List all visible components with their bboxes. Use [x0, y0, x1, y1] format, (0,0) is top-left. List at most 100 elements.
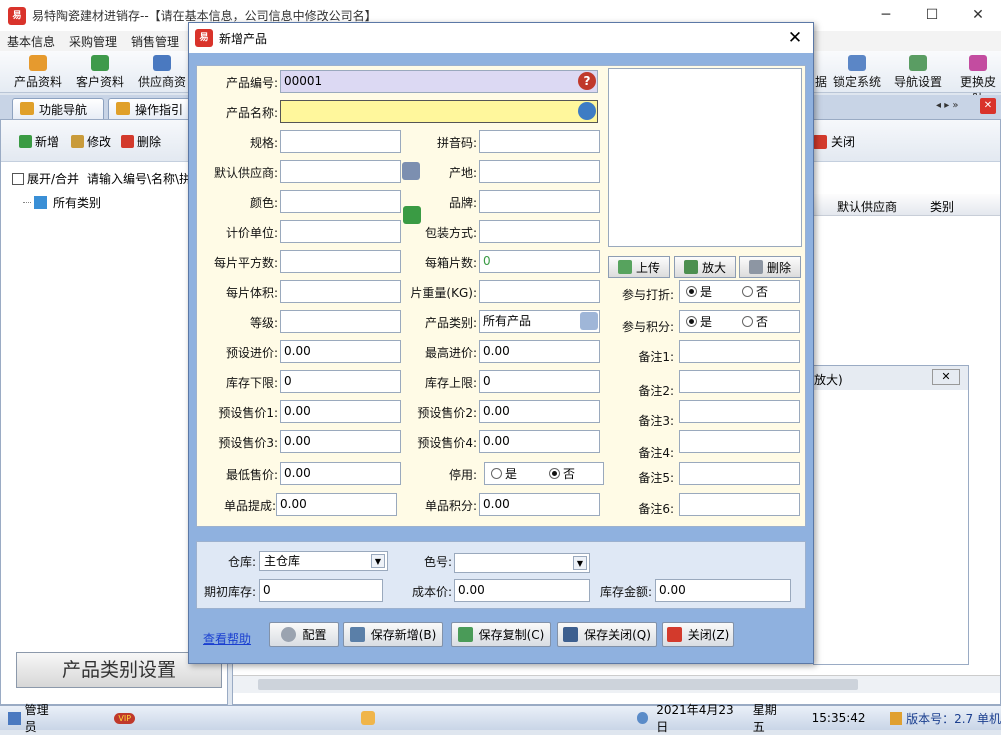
category-delete-button[interactable]: 删除 — [121, 133, 161, 150]
volume-input[interactable] — [280, 280, 401, 303]
max-cost-input[interactable]: 0.00 — [479, 340, 600, 363]
cost-input[interactable]: 0.00 — [454, 579, 590, 602]
category-edit-button[interactable]: 修改 — [71, 133, 111, 150]
upload-icon — [617, 260, 632, 274]
color-no-select[interactable]: ▼ — [454, 553, 590, 573]
toolbar-lock-button[interactable]: 锁定系统 — [833, 55, 881, 90]
origin-input[interactable] — [479, 160, 600, 183]
col-category[interactable]: 类别 — [930, 198, 954, 215]
save-new-button[interactable]: 保存新增(B) — [343, 622, 443, 647]
help-link[interactable]: 查看帮助 — [203, 630, 251, 647]
status-version: 版本号：2.7 单机 — [906, 711, 1001, 726]
supplier-label: 默认供应商: — [213, 166, 278, 180]
save-close-button[interactable]: 保存关闭(Q) — [557, 622, 657, 647]
brand-input[interactable] — [479, 190, 600, 213]
horizontal-scrollbar[interactable] — [233, 675, 1000, 693]
disabled-no-radio[interactable] — [549, 468, 561, 479]
category-add-button[interactable]: 新增 — [19, 133, 59, 150]
close-tab-icon[interactable]: ✕ — [980, 98, 996, 114]
color-input[interactable] — [280, 190, 401, 213]
price1-input[interactable]: 0.00 — [280, 400, 401, 423]
toolbar-nav-settings-button[interactable]: 导航设置 — [894, 55, 942, 90]
score-no-radio[interactable] — [742, 316, 754, 327]
min-price-input[interactable]: 0.00 — [280, 462, 401, 485]
price3-input[interactable]: 0.00 — [280, 430, 401, 453]
area-input[interactable] — [280, 250, 401, 273]
menu-basic-info[interactable]: 基本信息 — [0, 33, 62, 50]
package-input[interactable] — [479, 220, 600, 243]
sub-window-close-button[interactable]: ✕ — [932, 369, 960, 385]
tree-root-item[interactable]: 所有类别 — [23, 194, 101, 211]
skin-icon — [969, 55, 987, 71]
price2-input[interactable]: 0.00 — [479, 400, 600, 423]
menu-purchase[interactable]: 采购管理 — [62, 33, 124, 50]
delete-image-icon — [748, 260, 763, 274]
commission-input[interactable]: 0.00 — [276, 493, 397, 516]
discount-radio-group: 是 否 — [679, 280, 800, 303]
col-default-supplier[interactable]: 默认供应商 — [837, 198, 897, 215]
supplier-input[interactable] — [280, 160, 401, 183]
zoom-image-button[interactable]: 放大 — [674, 256, 736, 278]
maximize-button[interactable]: ☐ — [909, 0, 955, 31]
select-category-icon[interactable] — [580, 312, 598, 330]
nav-tab-icon — [20, 102, 34, 115]
points-input[interactable]: 0.00 — [479, 493, 600, 516]
dialog-close-action-button[interactable]: 关闭(Z) — [662, 622, 734, 647]
disabled-yes-radio[interactable] — [491, 468, 502, 479]
expand-toggle[interactable]: 展开/合并 — [12, 170, 79, 187]
note3-input[interactable] — [679, 400, 800, 423]
save-copy-button[interactable]: 保存复制(C) — [451, 622, 551, 647]
product-code-input[interactable]: 00001 — [280, 70, 598, 93]
close-window-button[interactable]: ✕ — [955, 0, 1001, 31]
note4-input[interactable] — [679, 430, 800, 453]
note5-input[interactable] — [679, 462, 800, 485]
discount-no-radio[interactable] — [742, 286, 754, 297]
price4-input[interactable]: 0.00 — [479, 430, 600, 453]
warehouse-label: 仓库: — [227, 555, 256, 569]
note2-input[interactable] — [679, 370, 800, 393]
unit-input[interactable] — [280, 220, 401, 243]
toolbar-customers-button[interactable]: 客户资料 — [76, 55, 124, 90]
dialog-logo-icon: 易 — [195, 29, 213, 47]
note6-input[interactable] — [679, 493, 800, 516]
tab-guide[interactable]: 操作指引 — [108, 98, 194, 119]
tab-scroll-arrows[interactable]: ◂ ▸ » — [936, 100, 959, 111]
minimize-button[interactable]: ─ — [863, 0, 909, 31]
tab-function-nav[interactable]: 功能导航 — [12, 98, 104, 119]
note1-input[interactable] — [679, 340, 800, 363]
config-button[interactable]: 配置 — [269, 622, 339, 647]
grade-input[interactable] — [280, 310, 401, 333]
expand-checkbox[interactable] — [12, 172, 24, 185]
dialog-close-button[interactable]: ✕ — [783, 26, 807, 50]
list-close-button[interactable]: 关闭 — [813, 133, 855, 150]
preset-cost-input[interactable]: 0.00 — [280, 340, 401, 363]
stock-min-input[interactable]: 0 — [280, 370, 401, 393]
stock-max-input[interactable]: 0 — [479, 370, 600, 393]
stock-amount-input[interactable]: 0.00 — [655, 579, 791, 602]
upload-image-button[interactable]: 上传 — [608, 256, 670, 278]
commission-label: 单品提成: — [223, 499, 276, 513]
toolbar-suppliers-button[interactable]: 供应商资 — [138, 55, 186, 90]
points-label: 单品积分: — [424, 499, 477, 513]
product-image-box[interactable] — [608, 68, 802, 247]
pieces-input[interactable]: 0 — [479, 250, 600, 273]
close-icon — [666, 627, 682, 642]
discount-yes-radio[interactable] — [686, 286, 697, 297]
refresh-icon[interactable] — [578, 102, 596, 120]
menu-sales[interactable]: 销售管理 — [124, 33, 186, 50]
delete-image-button[interactable]: 删除 — [739, 256, 801, 278]
weight-input[interactable] — [479, 280, 600, 303]
help-icon[interactable]: ? — [578, 72, 596, 90]
warehouse-select[interactable]: 主仓库 ▼ — [259, 551, 388, 571]
color-label: 颜色: — [249, 196, 278, 210]
pinyin-input[interactable] — [479, 130, 600, 153]
product-name-input[interactable] — [280, 100, 598, 123]
toolbar-products-button[interactable]: 产品资料 — [14, 55, 62, 90]
toolbar-partial-button[interactable]: 据 — [812, 55, 830, 90]
stock-min-label: 库存下限: — [225, 376, 278, 390]
pinyin-label: 拼音码: — [436, 136, 477, 150]
score-yes-radio[interactable] — [686, 316, 697, 327]
init-stock-input[interactable]: 0 — [259, 579, 383, 602]
spec-input[interactable] — [280, 130, 401, 153]
stock-amount-label: 库存金额: — [599, 585, 652, 599]
